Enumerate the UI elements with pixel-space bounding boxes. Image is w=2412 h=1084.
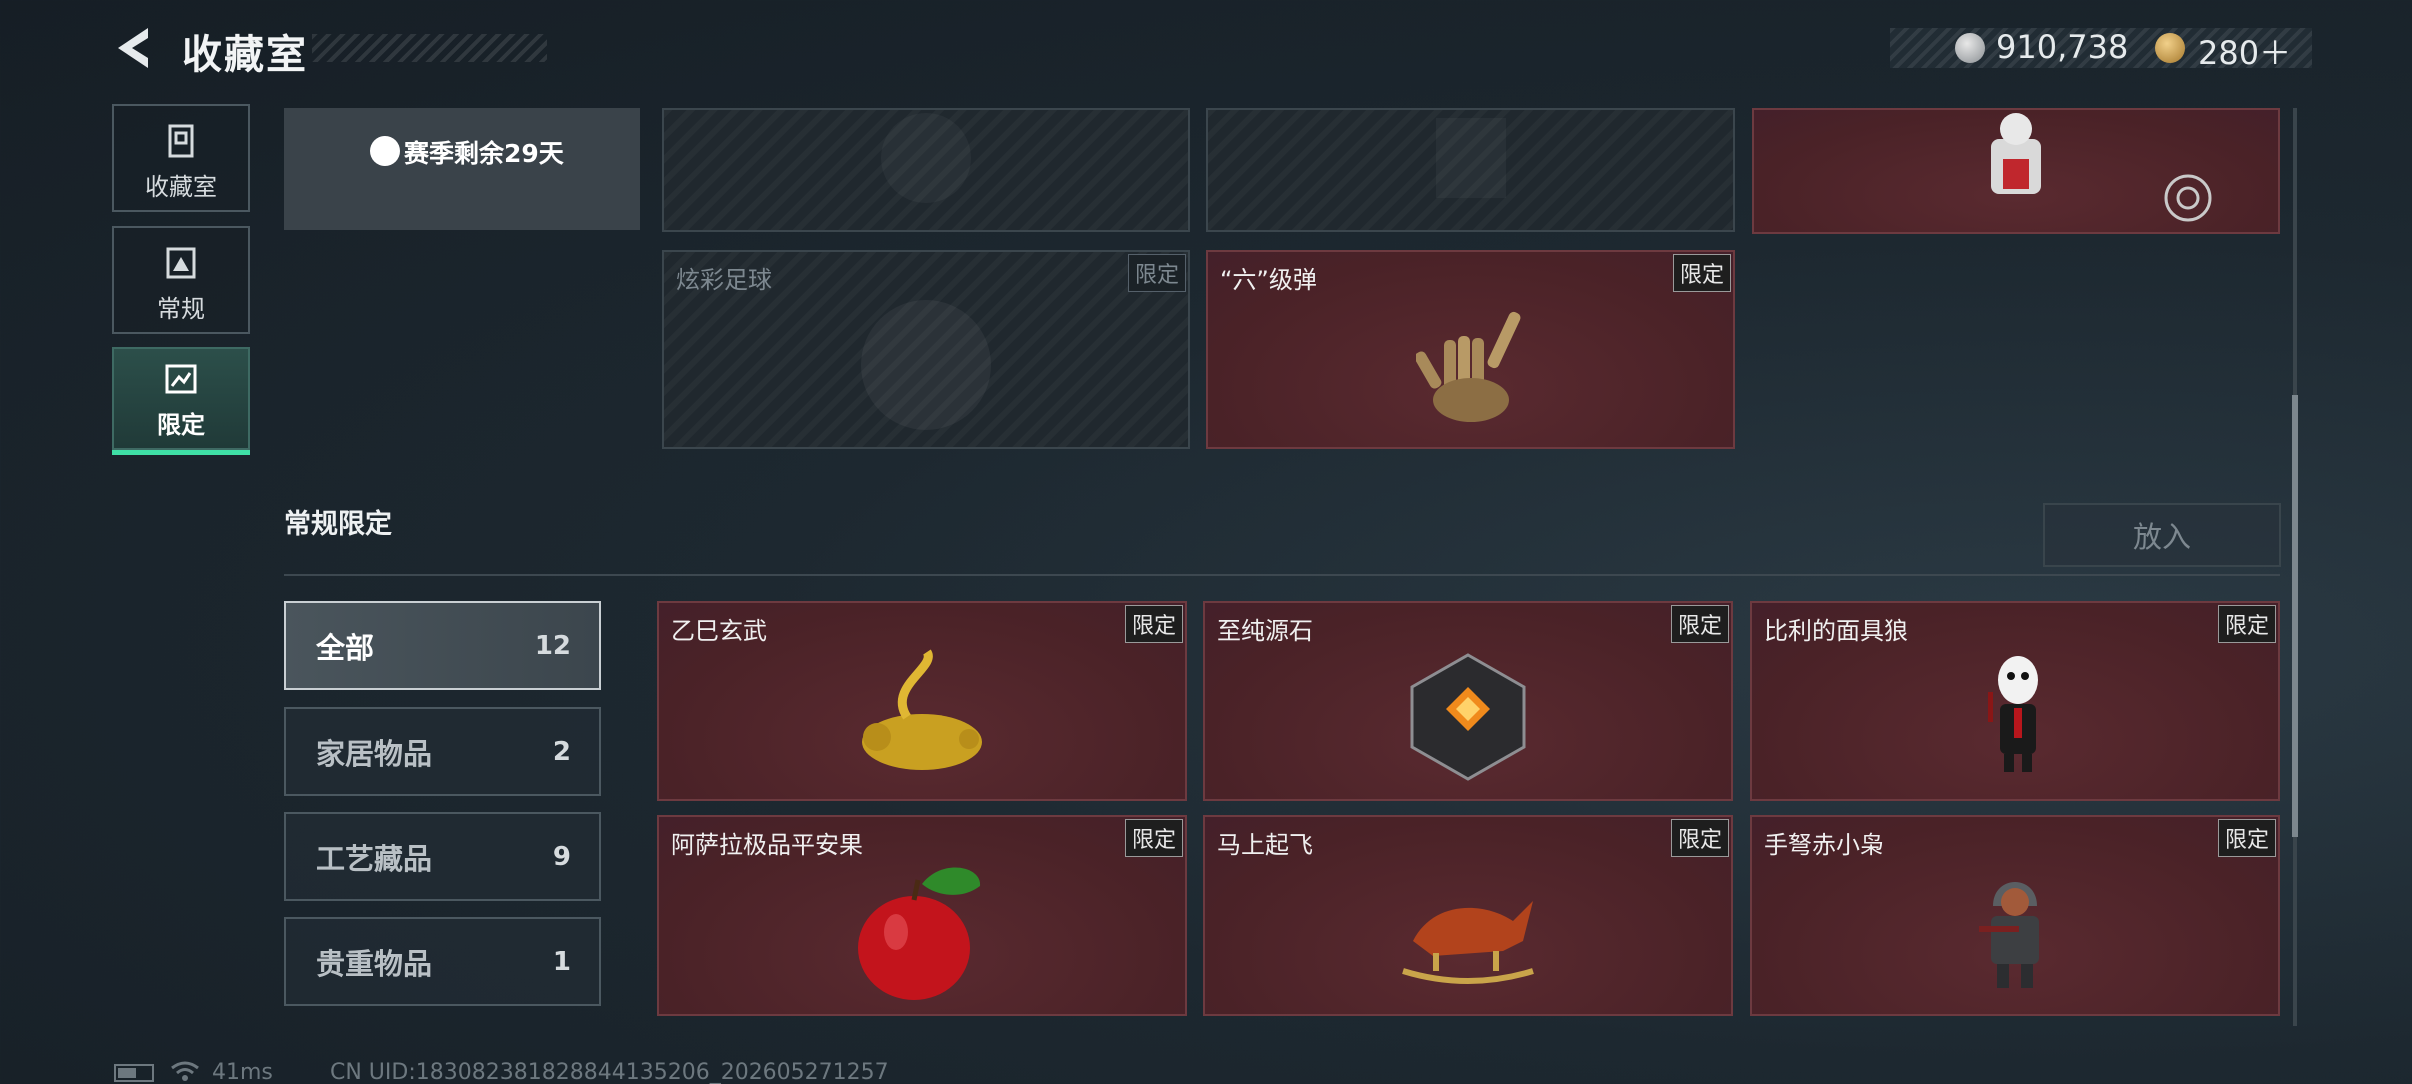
back-arrow-icon xyxy=(118,28,148,68)
item-card[interactable]: 手弩赤小枭 限定 xyxy=(1750,815,2280,1016)
battery-level xyxy=(118,1068,136,1078)
category-label: 工艺藏品 xyxy=(316,841,433,876)
billy-doll-icon xyxy=(1988,655,2038,772)
category-count: 9 xyxy=(552,841,571,872)
collection-card[interactable] xyxy=(1752,108,2280,234)
item-silhouette xyxy=(1435,118,1506,198)
limited-badge: 限定 xyxy=(2217,605,2276,643)
collection-card[interactable]: “六”级弹 限定 xyxy=(1206,250,1735,449)
nav-label: 收藏室 xyxy=(145,173,217,201)
item-silhouette xyxy=(881,113,971,203)
category-all[interactable]: 全部 12 xyxy=(284,601,601,690)
hand-bullets-icon xyxy=(1415,312,1520,423)
nav-limited[interactable]: 限定 xyxy=(112,347,250,450)
hooded-crossbow-figure-icon xyxy=(1979,882,2039,989)
robot-figure-icon xyxy=(1991,112,2041,194)
item-name: 比利的面具狼 xyxy=(1764,617,1908,645)
gold-coin-icon xyxy=(2155,33,2185,63)
collection-card[interactable] xyxy=(1206,108,1735,232)
category-count: 2 xyxy=(552,736,571,767)
limited-badge: 限定 xyxy=(1670,605,1729,643)
wifi-icon xyxy=(170,1060,200,1084)
collection-room-icon xyxy=(168,124,194,158)
item-name: 乙巳玄武 xyxy=(671,617,767,645)
category-home[interactable]: 家居物品 2 xyxy=(284,707,601,796)
red-apple-icon xyxy=(858,867,981,1001)
limited-badge: 限定 xyxy=(2217,819,2276,857)
regular-icon xyxy=(166,247,196,279)
category-count: 12 xyxy=(534,630,571,661)
item-card[interactable]: 至纯源石 限定 xyxy=(1203,601,1733,801)
limited-badge: 限定 xyxy=(1124,819,1183,857)
category-craft[interactable]: 工艺藏品 9 xyxy=(284,812,601,901)
limited-badge: 限定 xyxy=(1672,254,1731,292)
item-card[interactable]: 比利的面具狼 限定 xyxy=(1750,601,2280,801)
item-name: 炫彩足球 xyxy=(676,266,772,294)
limited-badge: 限定 xyxy=(1124,605,1183,643)
collection-card[interactable]: 炫彩足球 限定 xyxy=(662,250,1190,449)
nav-collection-room[interactable]: 收藏室 xyxy=(112,104,250,212)
title-decoration xyxy=(312,34,547,62)
back-button[interactable] xyxy=(112,24,156,72)
item-card[interactable]: 阿萨拉极品平安果 限定 xyxy=(657,815,1187,1016)
category-label: 全部 xyxy=(316,630,375,665)
item-name: 阿萨拉极品平安果 xyxy=(671,831,863,859)
user-uid: CN UID:18308238182884413520​6_2026052712… xyxy=(330,1060,889,1084)
item-name: 马上起飞 xyxy=(1217,831,1313,859)
ping-value: 41ms xyxy=(212,1060,273,1084)
page-title: 收藏室 xyxy=(182,32,308,78)
nav-label: 限定 xyxy=(157,411,205,439)
clock-icon xyxy=(370,136,400,166)
nav-regular[interactable]: 常规 xyxy=(112,226,250,334)
limited-badge: 限定 xyxy=(1670,819,1729,857)
limited-icon xyxy=(165,364,197,394)
limited-badge: 限定 xyxy=(1127,254,1186,292)
category-label: 家居物品 xyxy=(316,736,433,771)
item-name: “六”级弹 xyxy=(1220,266,1317,294)
soccer-ball-silhouette xyxy=(861,300,991,431)
silver-coin-value: 910,738 xyxy=(1996,28,2129,66)
item-name: 至纯源石 xyxy=(1217,617,1313,645)
item-name: 手弩赤小枭 xyxy=(1764,831,1884,859)
item-card[interactable]: 乙巳玄武 限定 xyxy=(657,601,1187,801)
source-stone-icon xyxy=(1410,652,1526,781)
category-valuables[interactable]: 贵重物品 1 xyxy=(284,917,601,1006)
scrollbar-thumb[interactable] xyxy=(2292,395,2298,837)
rocking-horse-icon xyxy=(1402,901,1534,985)
section-divider xyxy=(284,574,2280,576)
section-title: 常规限定 xyxy=(284,509,392,540)
nav-label: 常规 xyxy=(157,295,205,323)
gold-coin-value[interactable]: 280＋ xyxy=(2198,28,2291,74)
collection-card[interactable] xyxy=(662,108,1190,232)
put-in-button[interactable]: 放入 xyxy=(2043,503,2281,567)
category-label: 贵重物品 xyxy=(316,946,433,981)
category-count: 1 xyxy=(552,946,571,977)
nav-active-indicator xyxy=(112,450,250,455)
target-icon xyxy=(2164,174,2212,222)
golden-turtle-snake-icon xyxy=(862,649,982,770)
season-remaining: 赛季剩余29天 xyxy=(404,139,564,168)
silver-coin-icon xyxy=(1955,33,1985,63)
item-card[interactable]: 马上起飞 限定 xyxy=(1203,815,1733,1016)
